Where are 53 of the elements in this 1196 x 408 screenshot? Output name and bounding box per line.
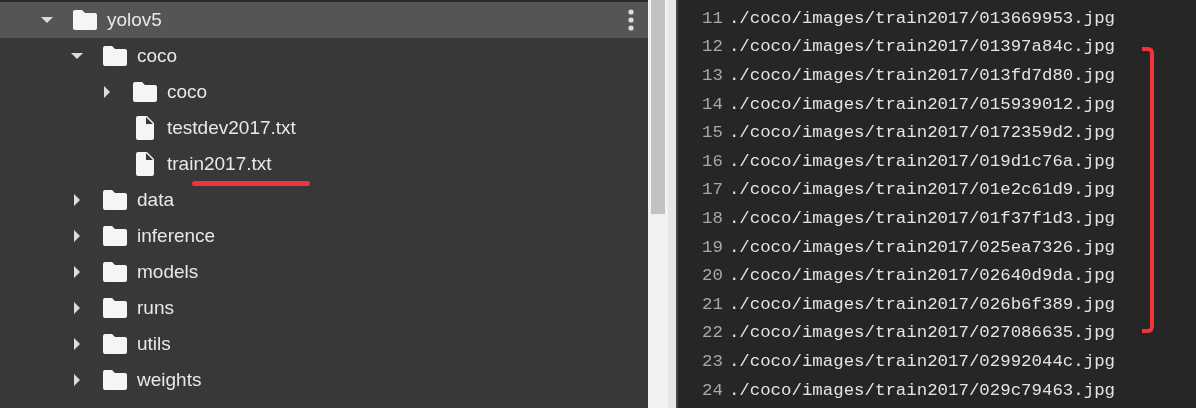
line-number: 15 (702, 123, 723, 143)
line-number: 14 (702, 94, 723, 114)
tree-item[interactable]: train2017.txt (0, 146, 648, 182)
tree-item[interactable]: utils (0, 326, 648, 362)
tree-item[interactable]: inference (0, 218, 648, 254)
code-line: ./coco/images/train2017/02640d9da.jpg (728, 266, 1115, 286)
tree-item[interactable]: weights (0, 362, 648, 398)
folder-icon (73, 10, 97, 30)
code-line: ./coco/images/train2017/01397a84c.jpg (728, 37, 1115, 57)
line-number: 24 (702, 380, 723, 400)
code-line: ./coco/images/train2017/013fd7d80.jpg (728, 66, 1115, 85)
code-line: ./coco/images/train2017/013669953.jpg (728, 8, 1115, 28)
code-line: ./coco/images/train2017/01e2c61d9.jpg (728, 180, 1115, 200)
code-line: ./coco/images/train2017/025ea7326.jpg (728, 237, 1115, 257)
line-number: 22 (702, 323, 723, 343)
line-number: 16 (702, 151, 723, 171)
line-number: 23 (702, 351, 723, 371)
code-line: ./coco/images/train2017/029c79463.jpg (728, 380, 1115, 400)
line-number: 17 (702, 180, 723, 200)
tree-item[interactable]: coco (0, 74, 648, 110)
folder-icon (103, 298, 127, 318)
line-number: 21 (702, 294, 723, 314)
line-number: 19 (702, 237, 723, 257)
line-number: 11 (702, 8, 723, 28)
panel-splitter[interactable] (668, 0, 678, 408)
folder-icon (103, 334, 127, 354)
tree-item[interactable]: data (0, 182, 648, 218)
file-icon (133, 116, 157, 140)
code-line: ./coco/images/train2017/02992044c.jpg (728, 351, 1115, 371)
tree-item[interactable]: testdev2017.txt (0, 110, 648, 146)
line-number: 12 (702, 37, 723, 57)
code-line: ./coco/images/train2017/015939012.jpg (728, 94, 1115, 114)
more-icon[interactable] (628, 9, 634, 31)
tree-item[interactable]: runs (0, 290, 648, 326)
line-number: 20 (702, 266, 723, 286)
folder-icon (103, 190, 127, 210)
tree-item[interactable]: yolov5 (0, 2, 648, 38)
tree-item[interactable]: models (0, 254, 648, 290)
tree-item[interactable]: coco (0, 38, 648, 74)
line-number: 13 (702, 66, 723, 85)
code-line: ./coco/images/train2017/01f37f1d3.jpg (728, 208, 1115, 228)
code-line: ./coco/images/train2017/026b6f389.jpg (728, 294, 1115, 314)
code-line: ./coco/images/train2017/027086635.jpg (728, 323, 1115, 343)
code-line: ./coco/images/train2017/019d1c76a.jpg (728, 151, 1115, 171)
folder-icon (103, 46, 127, 66)
folder-icon (103, 226, 127, 246)
file-icon (133, 152, 157, 176)
folder-icon (133, 82, 157, 102)
scrollbar[interactable] (648, 0, 668, 408)
folder-icon (103, 262, 127, 282)
folder-icon (103, 370, 127, 390)
code-line: ./coco/images/train2017/0172359d2.jpg (728, 123, 1115, 143)
line-number: 18 (702, 208, 723, 228)
